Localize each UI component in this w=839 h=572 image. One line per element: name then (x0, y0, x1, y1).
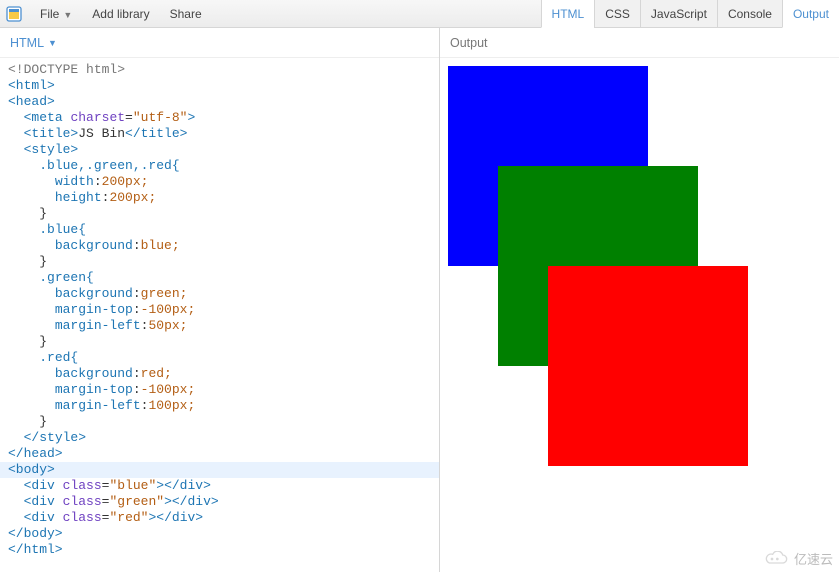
code-line[interactable]: } (8, 414, 439, 430)
chevron-down-icon: ▼ (48, 38, 57, 48)
code-line[interactable]: margin-top:-100px; (8, 382, 439, 398)
code-line[interactable]: <body> (8, 462, 439, 478)
panel-tab-console[interactable]: Console (717, 0, 782, 27)
code-line[interactable]: } (8, 254, 439, 270)
top-toolbar: File▼ Add library Share HTML CSS JavaScr… (0, 0, 839, 28)
square-red (548, 266, 748, 466)
code-line[interactable]: <style> (8, 142, 439, 158)
panel-tab-js[interactable]: JavaScript (640, 0, 717, 27)
code-line[interactable]: height:200px; (8, 190, 439, 206)
add-library-button[interactable]: Add library (82, 0, 159, 27)
jsbin-logo[interactable] (0, 0, 30, 27)
code-line[interactable]: </style> (8, 430, 439, 446)
workspace: HTML ▼ <!DOCTYPE html><html><head> <meta… (0, 28, 839, 572)
code-line[interactable]: <title>JS Bin</title> (8, 126, 439, 142)
code-line[interactable]: .blue{ (8, 222, 439, 238)
panel-tab-css[interactable]: CSS (594, 0, 640, 27)
code-line[interactable]: margin-left:50px; (8, 318, 439, 334)
editor-pane: HTML ▼ <!DOCTYPE html><html><head> <meta… (0, 28, 440, 572)
code-line[interactable]: margin-left:100px; (8, 398, 439, 414)
code-line[interactable]: width:200px; (8, 174, 439, 190)
code-editor[interactable]: <!DOCTYPE html><html><head> <meta charse… (0, 58, 439, 572)
output-body (440, 58, 839, 572)
output-pane-title: Output (450, 36, 488, 50)
code-line[interactable]: background:blue; (8, 238, 439, 254)
chevron-down-icon: ▼ (63, 10, 72, 20)
code-line[interactable]: <div class="green"></div> (8, 494, 439, 510)
code-line[interactable]: </html> (8, 542, 439, 558)
panel-tab-html[interactable]: HTML (541, 0, 595, 28)
editor-pane-header[interactable]: HTML ▼ (0, 28, 439, 58)
output-pane-header: Output (440, 28, 839, 58)
code-line[interactable]: </head> (8, 446, 439, 462)
code-line[interactable]: </body> (8, 526, 439, 542)
code-line[interactable]: } (8, 206, 439, 222)
code-line[interactable]: background:red; (8, 366, 439, 382)
code-line[interactable]: background:green; (8, 286, 439, 302)
code-line[interactable]: <meta charset="utf-8"> (8, 110, 439, 126)
code-line[interactable]: <!DOCTYPE html> (8, 62, 439, 78)
code-line[interactable]: .blue,.green,.red{ (8, 158, 439, 174)
code-line[interactable]: <head> (8, 94, 439, 110)
code-line[interactable]: .green{ (8, 270, 439, 286)
code-line[interactable]: margin-top:-100px; (8, 302, 439, 318)
editor-pane-title: HTML (10, 36, 44, 50)
code-line[interactable]: <div class="red"></div> (8, 510, 439, 526)
share-button[interactable]: Share (160, 0, 212, 27)
code-line[interactable]: .red{ (8, 350, 439, 366)
file-menu[interactable]: File▼ (30, 0, 82, 27)
output-pane: Output 亿速云 (440, 28, 839, 572)
code-line[interactable]: } (8, 334, 439, 350)
code-line[interactable]: <div class="blue"></div> (8, 478, 439, 494)
panel-tab-output[interactable]: Output (782, 0, 839, 28)
code-line[interactable]: <html> (8, 78, 439, 94)
jsbin-logo-icon (6, 6, 22, 22)
